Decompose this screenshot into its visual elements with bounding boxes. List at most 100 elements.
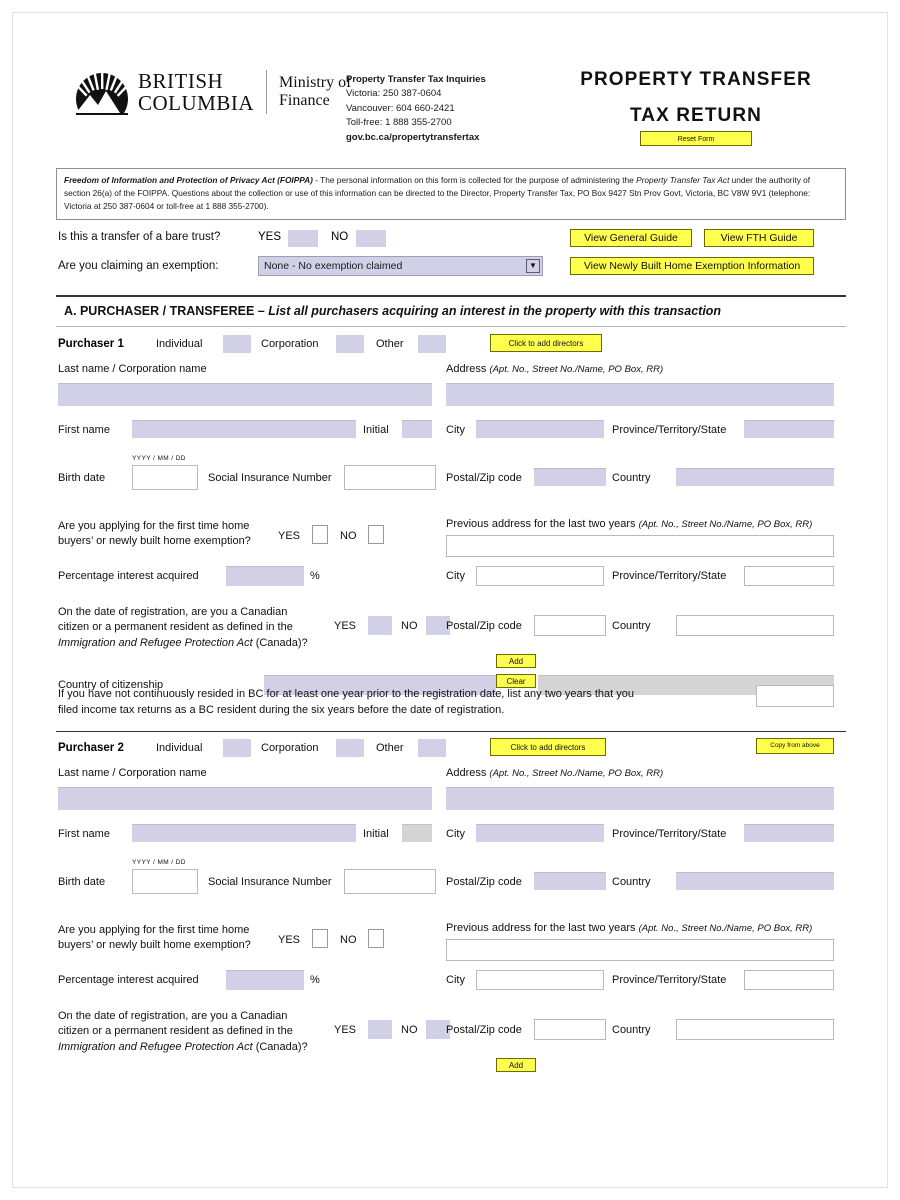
- purchaser-2-city-label: City: [446, 827, 465, 840]
- purchaser-2-postal-input[interactable]: [534, 871, 606, 890]
- address-text: Address: [446, 362, 490, 375]
- purchaser-1-sin-input[interactable]: [344, 464, 436, 490]
- citizen-line-3-rest: (Canada)?: [252, 1040, 308, 1053]
- purchaser-2-initial-input[interactable]: [402, 823, 432, 842]
- purchaser-1-title: Purchaser 1: [58, 337, 124, 350]
- purchaser-1-other-checkbox[interactable]: [418, 334, 446, 353]
- purchaser-1-fth-question: Are you applying for the first time home…: [58, 519, 258, 550]
- purchaser-2-corporation-checkbox[interactable]: [336, 738, 364, 757]
- purchaser-2-fth-yes-checkbox[interactable]: [312, 928, 328, 948]
- purchaser-2-other-checkbox[interactable]: [418, 738, 446, 757]
- purchaser-2-address-input[interactable]: [446, 786, 834, 810]
- purchaser-1-address-input[interactable]: [446, 382, 834, 406]
- bc-government-logo: BRITISH COLUMBIA Ministry of Finance: [74, 69, 351, 115]
- purchaser-2-citizen-country-input[interactable]: [676, 1018, 834, 1040]
- purchaser-2-prev-city-input[interactable]: [476, 969, 604, 990]
- purchaser-2-prev-address-label: Previous address for the last two years …: [446, 922, 812, 934]
- purchaser-1-prev-province-input[interactable]: [744, 565, 834, 586]
- purchaser-2-other-label: Other: [376, 741, 404, 754]
- bare-trust-row: Is this a transfer of a bare trust? YES …: [56, 228, 846, 256]
- purchaser-2-add-directors-button[interactable]: Click to add directors: [490, 737, 606, 756]
- purchaser-2-percentage-input[interactable]: [226, 969, 304, 990]
- purchaser-2-copy-from-above-button[interactable]: Copy from above: [756, 737, 834, 754]
- foippa-body-1: - The personal information on this form …: [312, 175, 637, 185]
- reset-form-button[interactable]: Reset Form: [640, 131, 752, 146]
- purchaser-1-citizen-country-input[interactable]: [676, 614, 834, 636]
- bc-sun-mountain-icon: [75, 71, 129, 115]
- purchaser-1-prev-city-input[interactable]: [476, 565, 604, 586]
- citizen-line-3-italic: Immigration and Refugee Protection Act: [58, 1040, 253, 1053]
- purchaser-1-initial-input[interactable]: [402, 419, 432, 438]
- purchaser-1-fth-yes-label: YES: [278, 529, 301, 542]
- purchaser-1-corporation-checkbox[interactable]: [336, 334, 364, 353]
- citizen-line-1: On the date of registration, are you a C…: [58, 1009, 288, 1022]
- citizen-line-2: citizen or a permanent resident as defin…: [58, 1025, 293, 1038]
- view-general-guide-button[interactable]: View General Guide: [570, 228, 692, 247]
- purchaser-1-last-name-input[interactable]: [58, 382, 432, 406]
- purchaser-1-prev-address-label: Previous address for the last two years …: [446, 518, 812, 530]
- purchaser-2-prev-city-label: City: [446, 973, 465, 986]
- purchaser-1-residency-years-input[interactable]: [756, 684, 834, 707]
- purchaser-2-first-name-input[interactable]: [132, 823, 356, 842]
- purchaser-2-add-button[interactable]: Add: [496, 1057, 536, 1072]
- purchaser-1-postal-input[interactable]: [534, 467, 606, 486]
- purchaser-1-percent-sign: %: [310, 569, 320, 582]
- purchaser-1-province-label: Province/Territory/State: [612, 423, 727, 436]
- purchaser-1-fth-no-checkbox[interactable]: [368, 524, 384, 544]
- view-newly-built-home-exemption-button[interactable]: View Newly Built Home Exemption Informat…: [570, 256, 814, 275]
- citizen-line-3-italic: Immigration and Refugee Protection Act: [58, 636, 253, 649]
- purchaser-2-sin-label: Social Insurance Number: [208, 875, 332, 888]
- purchaser-2-percent-sign: %: [310, 973, 320, 986]
- fth-line-1: Are you applying for the first time home: [58, 923, 250, 936]
- purchaser-2-individual-label: Individual: [156, 741, 203, 754]
- purchaser-1-citizen-postal-input[interactable]: [534, 614, 606, 636]
- foippa-act-name: Freedom of Information and Protection of…: [64, 175, 313, 185]
- purchaser-1-corporation-label: Corporation: [261, 337, 319, 350]
- purchaser-2-individual-checkbox[interactable]: [223, 738, 251, 757]
- purchaser-2-prev-province-input[interactable]: [744, 969, 834, 990]
- purchaser-2-citizen-yes-checkbox[interactable]: [368, 1019, 392, 1039]
- purchaser-1-country-input[interactable]: [676, 467, 834, 486]
- bc-wordmark: BRITISH COLUMBIA: [138, 70, 254, 114]
- purchaser-1-citizen-question: On the date of registration, are you a C…: [58, 605, 318, 652]
- form-content: BRITISH COLUMBIA Ministry of Finance Pro…: [56, 61, 846, 1092]
- purchaser-1-birth-date-hint: YYYY / MM / DD: [132, 454, 186, 462]
- purchaser-1-prev-address-input[interactable]: [446, 534, 834, 557]
- purchaser-2-last-name-input[interactable]: [58, 786, 432, 810]
- citizen-line-3-rest: (Canada)?: [252, 636, 308, 649]
- purchaser-2-country-input[interactable]: [676, 871, 834, 890]
- purchaser-1-citizen-yes-checkbox[interactable]: [368, 615, 392, 635]
- purchaser-1-province-input[interactable]: [744, 419, 834, 438]
- purchaser-2-fth-no-checkbox[interactable]: [368, 928, 384, 948]
- bare-trust-yes-checkbox[interactable]: [288, 229, 318, 247]
- address-text: Address: [446, 766, 490, 779]
- purchaser-2-birth-date-input[interactable]: [132, 868, 198, 894]
- purchaser-1-percentage-input[interactable]: [226, 565, 304, 586]
- purchaser-2-city-input[interactable]: [476, 823, 604, 842]
- purchaser-1-prev-city-label: City: [446, 569, 465, 582]
- purchaser-1-birth-date-input[interactable]: [132, 464, 198, 490]
- purchaser-2-province-input[interactable]: [744, 823, 834, 842]
- purchaser-1-add-directors-button[interactable]: Click to add directors: [490, 333, 602, 352]
- purchaser-1-individual-checkbox[interactable]: [223, 334, 251, 353]
- bare-trust-no-checkbox[interactable]: [356, 229, 386, 247]
- inquiries-vancouver: Vancouver: 604 660-2421: [346, 102, 455, 114]
- purchaser-1-add-button[interactable]: Add: [496, 653, 536, 668]
- purchaser-1-fth-yes-checkbox[interactable]: [312, 524, 328, 544]
- purchaser-1-first-name-label: First name: [58, 423, 110, 436]
- purchaser-2-prev-address-input[interactable]: [446, 938, 834, 961]
- inquiries-website[interactable]: gov.bc.ca/propertytransfertax: [346, 131, 486, 145]
- chevron-down-icon[interactable]: ▼: [526, 258, 540, 273]
- purchaser-2-citizen-postal-input[interactable]: [534, 1018, 606, 1040]
- purchaser-1-citizen-postal-label: Postal/Zip code: [446, 619, 522, 632]
- residency-line-1: If you have not continuously resided in …: [58, 687, 634, 700]
- inquiries-victoria: Victoria: 250 387-0604: [346, 88, 442, 100]
- purchaser-2-sin-input[interactable]: [344, 868, 436, 894]
- address-hint: (Apt. No., Street No./Name, PO Box, RR): [489, 363, 664, 375]
- purchaser-1-city-input[interactable]: [476, 419, 604, 438]
- purchaser-1-first-name-input[interactable]: [132, 419, 356, 438]
- view-fth-guide-button[interactable]: View FTH Guide: [704, 228, 814, 247]
- purchaser-1-fth-no-label: NO: [340, 529, 357, 542]
- exemption-select[interactable]: None - No exemption claimed ▼: [258, 255, 543, 276]
- purchaser-1-block: Purchaser 1 Individual Corporation Other…: [56, 327, 846, 695]
